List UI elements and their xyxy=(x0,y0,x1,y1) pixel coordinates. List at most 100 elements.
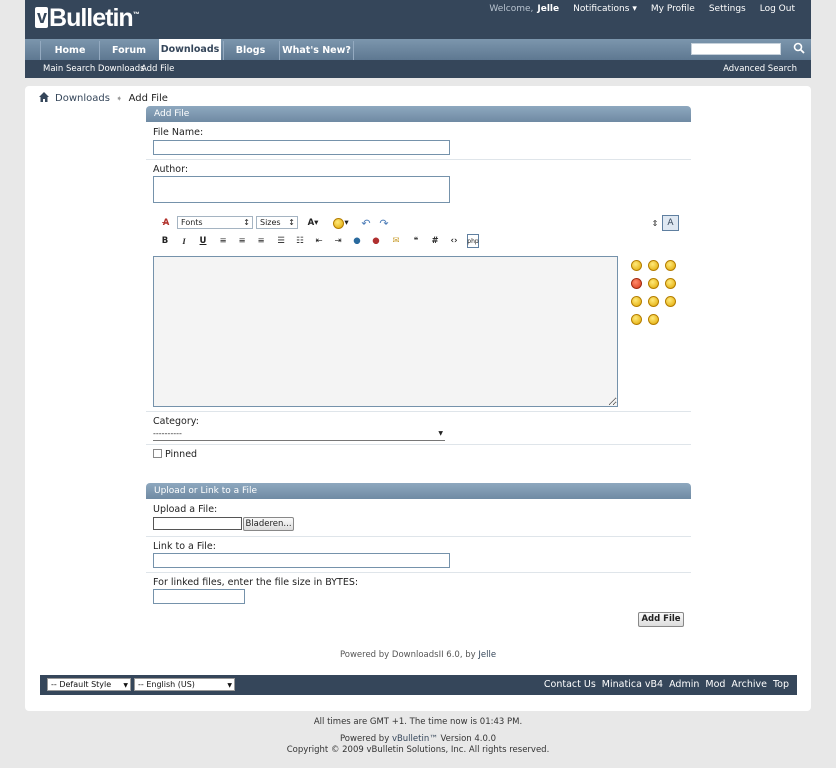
html-code-icon[interactable]: ‹› xyxy=(447,234,461,248)
upload-file-label: Upload a File: xyxy=(153,504,218,515)
vbulletin-link[interactable]: vBulletin™ xyxy=(392,734,438,744)
remove-link-icon[interactable]: ● xyxy=(370,234,382,248)
site-header: v Bulletin™ Welcome, Jelle Notifications ▾… xyxy=(25,0,811,78)
footer-bar: -- Default Style -- English (US) Contact… xyxy=(40,675,797,695)
welcome-label: Welcome, xyxy=(489,4,534,14)
version-text: Version 4.0.0 xyxy=(440,734,497,744)
breadcrumb-downloads[interactable]: Downloads xyxy=(55,93,110,104)
undo-icon[interactable]: ↶ xyxy=(359,216,373,230)
tab-forum[interactable]: Forum xyxy=(99,41,158,60)
mad-smilie-icon[interactable] xyxy=(631,278,642,289)
size-select[interactable]: Sizes xyxy=(256,216,298,229)
ordered-list-icon[interactable]: ☰ xyxy=(275,234,287,248)
italic-icon[interactable]: I xyxy=(178,234,190,248)
logo-text: Bulletin xyxy=(49,4,134,32)
text-color-icon[interactable]: A▾ xyxy=(302,216,324,230)
author-field[interactable] xyxy=(153,176,450,203)
add-file-heading: Add File xyxy=(146,106,691,122)
indent-icon[interactable]: ⇥ xyxy=(332,234,344,248)
file-size-field[interactable] xyxy=(153,589,245,604)
browse-button[interactable]: Bladeren... xyxy=(243,517,294,531)
category-label: Category: xyxy=(153,416,199,427)
my-profile-link[interactable]: My Profile xyxy=(651,4,695,14)
remove-formatting-icon[interactable]: A̶ xyxy=(158,216,174,230)
notifications-link[interactable]: Notifications ▾ xyxy=(573,4,637,14)
resize-editor-icon[interactable]: ⇕ xyxy=(650,216,660,230)
bold-icon[interactable]: B xyxy=(159,234,171,248)
pinned-checkbox[interactable] xyxy=(153,449,162,458)
top-links: Welcome, Jelle Notifications ▾ My Profile… xyxy=(489,4,795,14)
username-link[interactable]: Jelle xyxy=(537,4,559,14)
powered-by-text: Powered by DownloadsII 6.0, by xyxy=(339,650,476,660)
archive-link[interactable]: Archive xyxy=(731,679,767,690)
subnav-search-downloads[interactable]: Search Downloads xyxy=(66,64,145,74)
language-select[interactable]: -- English (US) xyxy=(134,678,235,691)
time-info: All times are GMT +1. The time now is 01… xyxy=(0,717,836,728)
breadcrumb: Downloads ➧ Add File xyxy=(39,92,168,105)
smilie-icon[interactable] xyxy=(648,296,659,307)
settings-link[interactable]: Settings xyxy=(709,4,746,14)
file-name-field[interactable] xyxy=(153,140,450,155)
mod-link[interactable]: Mod xyxy=(705,679,725,690)
copyright: Copyright © 2009 vBulletin Solutions, In… xyxy=(286,745,550,755)
home-icon[interactable] xyxy=(39,92,49,105)
php-code-icon[interactable]: php xyxy=(467,234,479,248)
search-input[interactable] xyxy=(691,43,781,55)
subnav-main[interactable]: Main xyxy=(43,64,63,74)
message-editor[interactable] xyxy=(153,256,618,407)
subnav-add-file[interactable]: Add File xyxy=(141,64,174,74)
cool-smilie-icon[interactable] xyxy=(631,314,642,325)
align-center-icon[interactable]: ≡ xyxy=(236,234,248,248)
smilie-icon[interactable] xyxy=(665,260,676,271)
font-select[interactable]: Fonts xyxy=(177,216,253,229)
tab-downloads[interactable]: Downloads xyxy=(159,39,221,60)
vbulletin-credit: Powered by vBulletin™ Version 4.0.0 xyxy=(0,734,836,745)
contact-us-link[interactable]: Contact Us xyxy=(544,679,596,690)
advanced-search-link[interactable]: Advanced Search xyxy=(723,64,797,74)
tab-blogs[interactable]: Blogs xyxy=(223,41,277,60)
smilie-icon[interactable] xyxy=(648,314,659,325)
divider xyxy=(146,444,691,445)
divider xyxy=(146,159,691,160)
smilie-icon[interactable] xyxy=(665,296,676,307)
file-name-label: File Name: xyxy=(153,127,204,138)
smilie-icon[interactable] xyxy=(648,278,659,289)
underline-icon[interactable]: U xyxy=(197,234,209,248)
file-size-label: For linked files, enter the file size in… xyxy=(153,577,359,588)
quote-icon[interactable]: ❝ xyxy=(410,234,422,248)
tab-whats-new[interactable]: What's New? xyxy=(279,41,354,60)
sub-navbar: Main Search Downloads Add File Advanced … xyxy=(25,60,811,78)
outdent-icon[interactable]: ⇤ xyxy=(313,234,325,248)
align-right-icon[interactable]: ≡ xyxy=(255,234,267,248)
align-left-icon[interactable]: ≡ xyxy=(217,234,229,248)
link-file-field[interactable] xyxy=(153,553,450,568)
redo-icon[interactable]: ↷ xyxy=(377,216,391,230)
add-file-button[interactable]: Add File xyxy=(638,612,684,627)
search-icon[interactable] xyxy=(793,42,807,56)
insert-link-icon[interactable]: ● xyxy=(351,234,363,248)
log-out-link[interactable]: Log Out xyxy=(760,4,795,14)
time-text: All times are GMT +1. The time now is xyxy=(313,717,478,727)
upload-file-input[interactable] xyxy=(153,517,242,530)
smilie-menu-icon[interactable]: ▾ xyxy=(330,216,352,230)
admin-link[interactable]: Admin xyxy=(669,679,699,690)
powered-author-link[interactable]: Jelle xyxy=(478,650,496,660)
email-link-icon[interactable]: ✉ xyxy=(389,234,403,248)
code-hash-icon[interactable]: # xyxy=(429,234,441,248)
vbulletin-logo[interactable]: v Bulletin™ xyxy=(35,4,140,33)
tab-home[interactable]: Home xyxy=(40,41,99,60)
unordered-list-icon[interactable]: ☷ xyxy=(294,234,306,248)
footer-links: Contact Us Minatica vB4 Admin Mod Archiv… xyxy=(544,679,789,690)
smilie-icon[interactable] xyxy=(631,296,642,307)
smilie-icon[interactable] xyxy=(631,260,642,271)
confused-smilie-icon[interactable] xyxy=(665,278,676,289)
switch-editor-mode-icon[interactable]: A xyxy=(662,215,679,231)
pinned-label: Pinned xyxy=(165,449,198,460)
downloads-powered-by: Powered by DownloadsII 6.0, by Jelle xyxy=(25,650,811,660)
smilie-icon[interactable] xyxy=(648,260,659,271)
category-select[interactable]: ---------- xyxy=(153,429,445,441)
home-site-link[interactable]: Minatica vB4 xyxy=(602,679,663,690)
top-link[interactable]: Top xyxy=(773,679,789,690)
dropdown-arrow-icon: ▾ xyxy=(632,4,637,14)
style-select[interactable]: -- Default Style xyxy=(47,678,131,691)
